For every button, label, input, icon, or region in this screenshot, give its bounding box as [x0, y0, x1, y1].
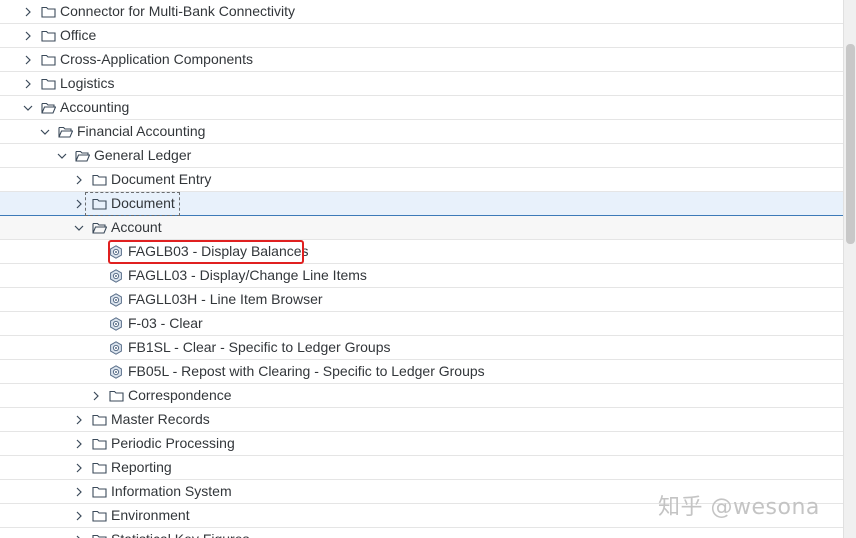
tree-row-label: FB05L - Repost with Clearing - Specific … [128, 363, 485, 379]
tree-row-fb1sl-clear-specific-to-ledger-groups[interactable]: FB1SL - Clear - Specific to Ledger Group… [0, 336, 843, 360]
transaction-icon [108, 336, 124, 359]
tree-row-label: Statistical Key Figures [111, 528, 250, 538]
folder-icon [91, 432, 107, 455]
tree-row-faglb03-display-balances[interactable]: FAGLB03 - Display Balances [0, 240, 843, 264]
folder-icon [91, 192, 107, 215]
tree-row-office[interactable]: Office [0, 24, 843, 48]
tree-row-label: Master Records [111, 411, 210, 427]
tree-row-account[interactable]: Account [0, 216, 843, 240]
transaction-icon [108, 360, 124, 383]
folder-open-icon [74, 144, 90, 167]
tree-row-label: FAGLB03 - Display Balances [128, 243, 309, 259]
tree-row-label: Connector for Multi-Bank Connectivity [60, 3, 295, 19]
chevron-down-icon[interactable] [39, 120, 51, 143]
transaction-icon [108, 312, 124, 335]
tree-row-general-ledger[interactable]: General Ledger [0, 144, 843, 168]
tree-row-label: Information System [111, 483, 232, 499]
tree-row-label: Periodic Processing [111, 435, 235, 451]
tree-row-fb05l-repost-with-clearing-specific-to-ledger-groups[interactable]: FB05L - Repost with Clearing - Specific … [0, 360, 843, 384]
chevron-right-icon[interactable] [22, 48, 34, 71]
tree-row-correspondence[interactable]: Correspondence [0, 384, 843, 408]
folder-icon [40, 72, 56, 95]
chevron-right-icon[interactable] [22, 72, 34, 95]
chevron-right-icon[interactable] [73, 432, 85, 455]
tree-row-label: Accounting [60, 99, 130, 115]
tree-row-periodic-processing[interactable]: Periodic Processing [0, 432, 843, 456]
tree-row-accounting[interactable]: Accounting [0, 96, 843, 120]
chevron-right-icon[interactable] [73, 408, 85, 431]
tree-row-connector-for-multi-bank-connectivity[interactable]: Connector for Multi-Bank Connectivity [0, 0, 843, 24]
tree-row-label: F-03 - Clear [128, 315, 203, 331]
tree-row-label: Office [60, 27, 97, 43]
tree-row-label: Cross-Application Components [60, 51, 253, 67]
tree-row-label: Reporting [111, 459, 172, 475]
tree-row-label: FB1SL - Clear - Specific to Ledger Group… [128, 339, 391, 355]
tree-row-fagll03-display-change-line-items[interactable]: FAGLL03 - Display/Change Line Items [0, 264, 843, 288]
chevron-down-icon[interactable] [73, 216, 85, 239]
folder-icon [91, 456, 107, 479]
chevron-right-icon[interactable] [73, 168, 85, 191]
tree-row-cross-application-components[interactable]: Cross-Application Components [0, 48, 843, 72]
chevron-right-icon[interactable] [90, 384, 102, 407]
folder-icon [91, 408, 107, 431]
tree-row-financial-accounting[interactable]: Financial Accounting [0, 120, 843, 144]
chevron-down-icon[interactable] [22, 96, 34, 119]
chevron-right-icon[interactable] [73, 504, 85, 527]
chevron-right-icon[interactable] [73, 528, 85, 538]
chevron-right-icon[interactable] [73, 192, 85, 215]
chevron-right-icon[interactable] [73, 456, 85, 479]
tree-row-logistics[interactable]: Logistics [0, 72, 843, 96]
tree-row-document-entry[interactable]: Document Entry [0, 168, 843, 192]
tree-row-master-records[interactable]: Master Records [0, 408, 843, 432]
scrollbar-thumb[interactable] [846, 44, 855, 244]
folder-icon [40, 0, 56, 23]
tree-row-statistical-key-figures[interactable]: Statistical Key Figures [0, 528, 843, 538]
folder-open-icon [91, 216, 107, 239]
tree-row-label: General Ledger [94, 147, 192, 163]
tree-row-document[interactable]: Document [0, 192, 843, 216]
tree-row-label: Logistics [60, 75, 115, 91]
folder-icon [40, 48, 56, 71]
tree-row-reporting[interactable]: Reporting [0, 456, 843, 480]
tree-row-label: FAGLL03 - Display/Change Line Items [128, 267, 367, 283]
tree-row-f-03-clear[interactable]: F-03 - Clear [0, 312, 843, 336]
vertical-scrollbar[interactable] [843, 0, 856, 538]
folder-icon [108, 384, 124, 407]
tree-row-label: Correspondence [128, 387, 232, 403]
menu-tree: Connector for Multi-Bank Connectivity Off… [0, 0, 843, 538]
transaction-icon [108, 240, 124, 263]
folder-open-icon [57, 120, 73, 143]
chevron-right-icon[interactable] [22, 0, 34, 23]
tree-row-label: Financial Accounting [77, 123, 206, 139]
tree-row-label: Account [111, 219, 162, 235]
folder-icon [40, 24, 56, 47]
tree-row-label: Document [111, 195, 175, 211]
watermark: 知乎 @wesona [658, 495, 820, 520]
folder-open-icon [40, 96, 56, 119]
tree-row-label: FAGLL03H - Line Item Browser [128, 291, 323, 307]
folder-icon [91, 528, 107, 538]
folder-icon [91, 480, 107, 503]
transaction-icon [108, 288, 124, 311]
chevron-right-icon[interactable] [22, 24, 34, 47]
folder-icon [91, 168, 107, 191]
tree-row-fagll03h-line-item-browser[interactable]: FAGLL03H - Line Item Browser [0, 288, 843, 312]
folder-icon [91, 504, 107, 527]
chevron-down-icon[interactable] [56, 144, 68, 167]
tree-row-label: Document Entry [111, 171, 212, 187]
transaction-icon [108, 264, 124, 287]
chevron-right-icon[interactable] [73, 480, 85, 503]
tree-row-label: Environment [111, 507, 190, 523]
